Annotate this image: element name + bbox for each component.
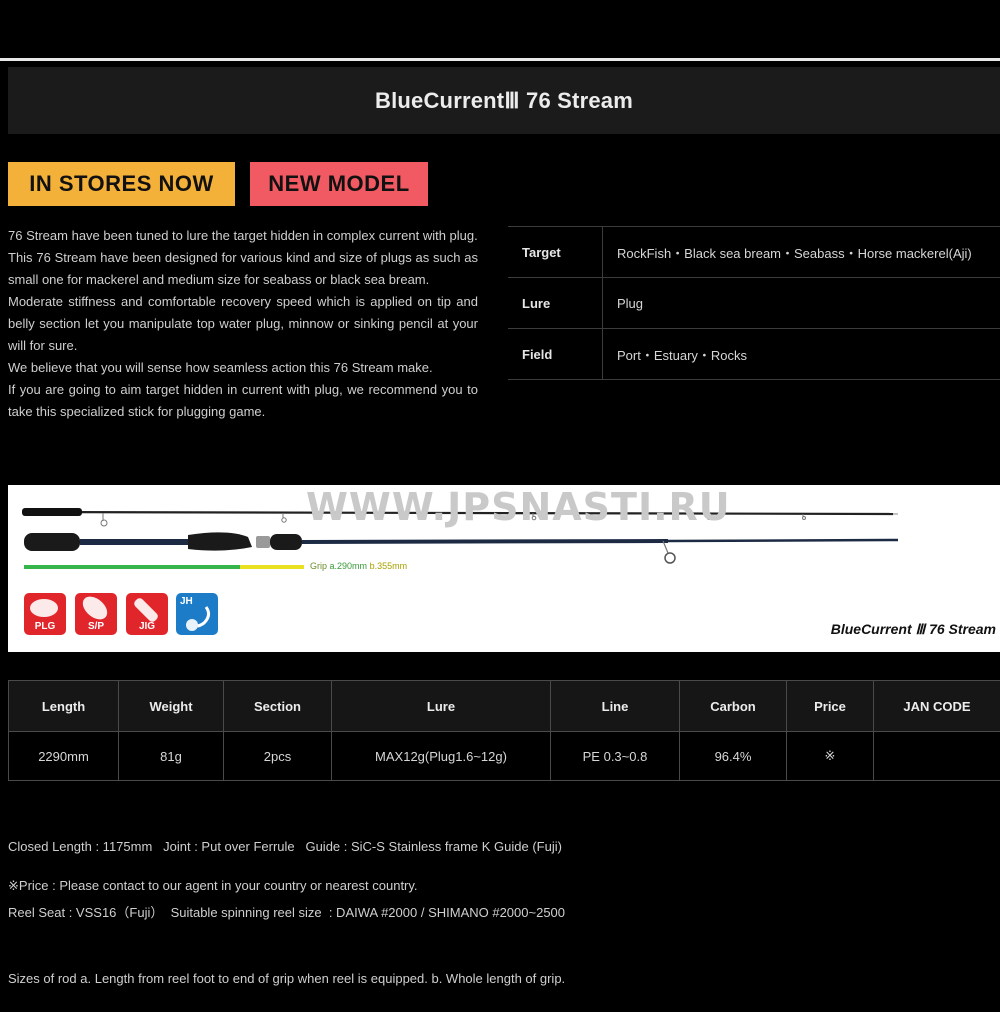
table-header-row: Length Weight Section Lure Line Carbon P… [9,681,1000,732]
plug-icon-label: PLG [35,621,56,632]
spec-value: Plug [603,278,1000,329]
price-note: ※Price : Please contact to our agent in … [8,878,418,894]
grip-b-label: b.355mm [370,561,408,571]
column-header: Section [224,681,332,732]
table-cell: 2290mm [9,732,119,781]
plug-icon: PLG [24,593,66,635]
description-paragraph: We believe that you will sense how seaml… [8,357,478,379]
product-image: WWW.JPSNASTI.RU Grip a.290mm b.355mm PLG… [8,485,1000,652]
page-title: BlueCurrentⅢ 76 Stream [375,88,633,114]
column-header: JAN CODE [874,681,1000,732]
spec-label: Field [508,329,603,380]
spec-value: Port・Estuary・Rocks [603,329,1000,380]
table-row: 2290mm 81g 2pcs MAX12g(Plug1.6~12g) PE 0… [9,732,1000,781]
jighead-icon: JH [176,593,218,635]
column-header: Lure [332,681,551,732]
sinking-pencil-icon-label: S/P [88,621,104,632]
spec-notes: Closed Length : 1175mm Joint : Put over … [8,792,565,1012]
spec-row-lure: Lure Plug [508,278,1000,329]
grip-prefix: Grip [310,561,330,571]
table-cell: PE 0.3~0.8 [551,732,680,781]
spec-row-field: Field Port・Estuary・Rocks [508,329,1000,380]
table-cell: MAX12g(Plug1.6~12g) [332,732,551,781]
grip-a-bar [24,565,240,569]
table-cell: ※ [787,732,874,781]
description-paragraph: This 76 Stream have been designed for va… [8,247,478,291]
grip-a-label: a.290mm [330,561,368,571]
spec-label: Target [508,227,603,278]
spec-label: Lure [508,278,603,329]
note-line: Sizes of rod a. Length from reel foot to… [8,968,565,990]
in-stores-badge: IN STORES NOW [8,162,235,206]
jig-icon-label: JIG [139,621,155,632]
note-line: Reel Seat : VSS16（Fuji） Suitable spinnin… [8,902,565,924]
description-paragraph: Moderate stiffness and comfortable recov… [8,291,478,357]
spec-row-target: Target RockFish・Black sea bream・Seabass・… [508,227,1000,278]
product-description: 76 Stream have been tuned to lure the ta… [8,225,478,423]
spec-value: RockFish・Black sea bream・Seabass・Horse m… [603,227,1000,278]
hook-icon [184,605,214,633]
grip-b-bar [240,565,304,569]
table-cell: 96.4% [680,732,787,781]
sinking-pencil-icon: S/P [75,593,117,635]
column-header: Carbon [680,681,787,732]
specs-data-table: Length Weight Section Lure Line Carbon P… [8,680,1000,781]
top-divider [0,58,1000,61]
new-model-badge: NEW MODEL [250,162,428,206]
title-bar: BlueCurrentⅢ 76 Stream [8,67,1000,134]
description-paragraph: If you are going to aim target hidden in… [8,379,478,423]
jig-icon: JIG [126,593,168,635]
product-name: BlueCurrent Ⅲ 76 Stream [831,621,996,638]
column-header: Line [551,681,680,732]
column-header: Weight [119,681,224,732]
spec-table: Target RockFish・Black sea bream・Seabass・… [508,226,1000,380]
column-header: Price [787,681,874,732]
table-cell [874,732,1000,781]
grip-label: Grip a.290mm b.355mm [310,561,407,571]
note-line: Closed Length : 1175mm Joint : Put over … [8,836,565,858]
watermark: WWW.JPSNASTI.RU [306,485,731,529]
table-cell: 81g [119,732,224,781]
column-header: Length [9,681,119,732]
table-cell: 2pcs [224,732,332,781]
description-paragraph: 76 Stream have been tuned to lure the ta… [8,225,478,247]
